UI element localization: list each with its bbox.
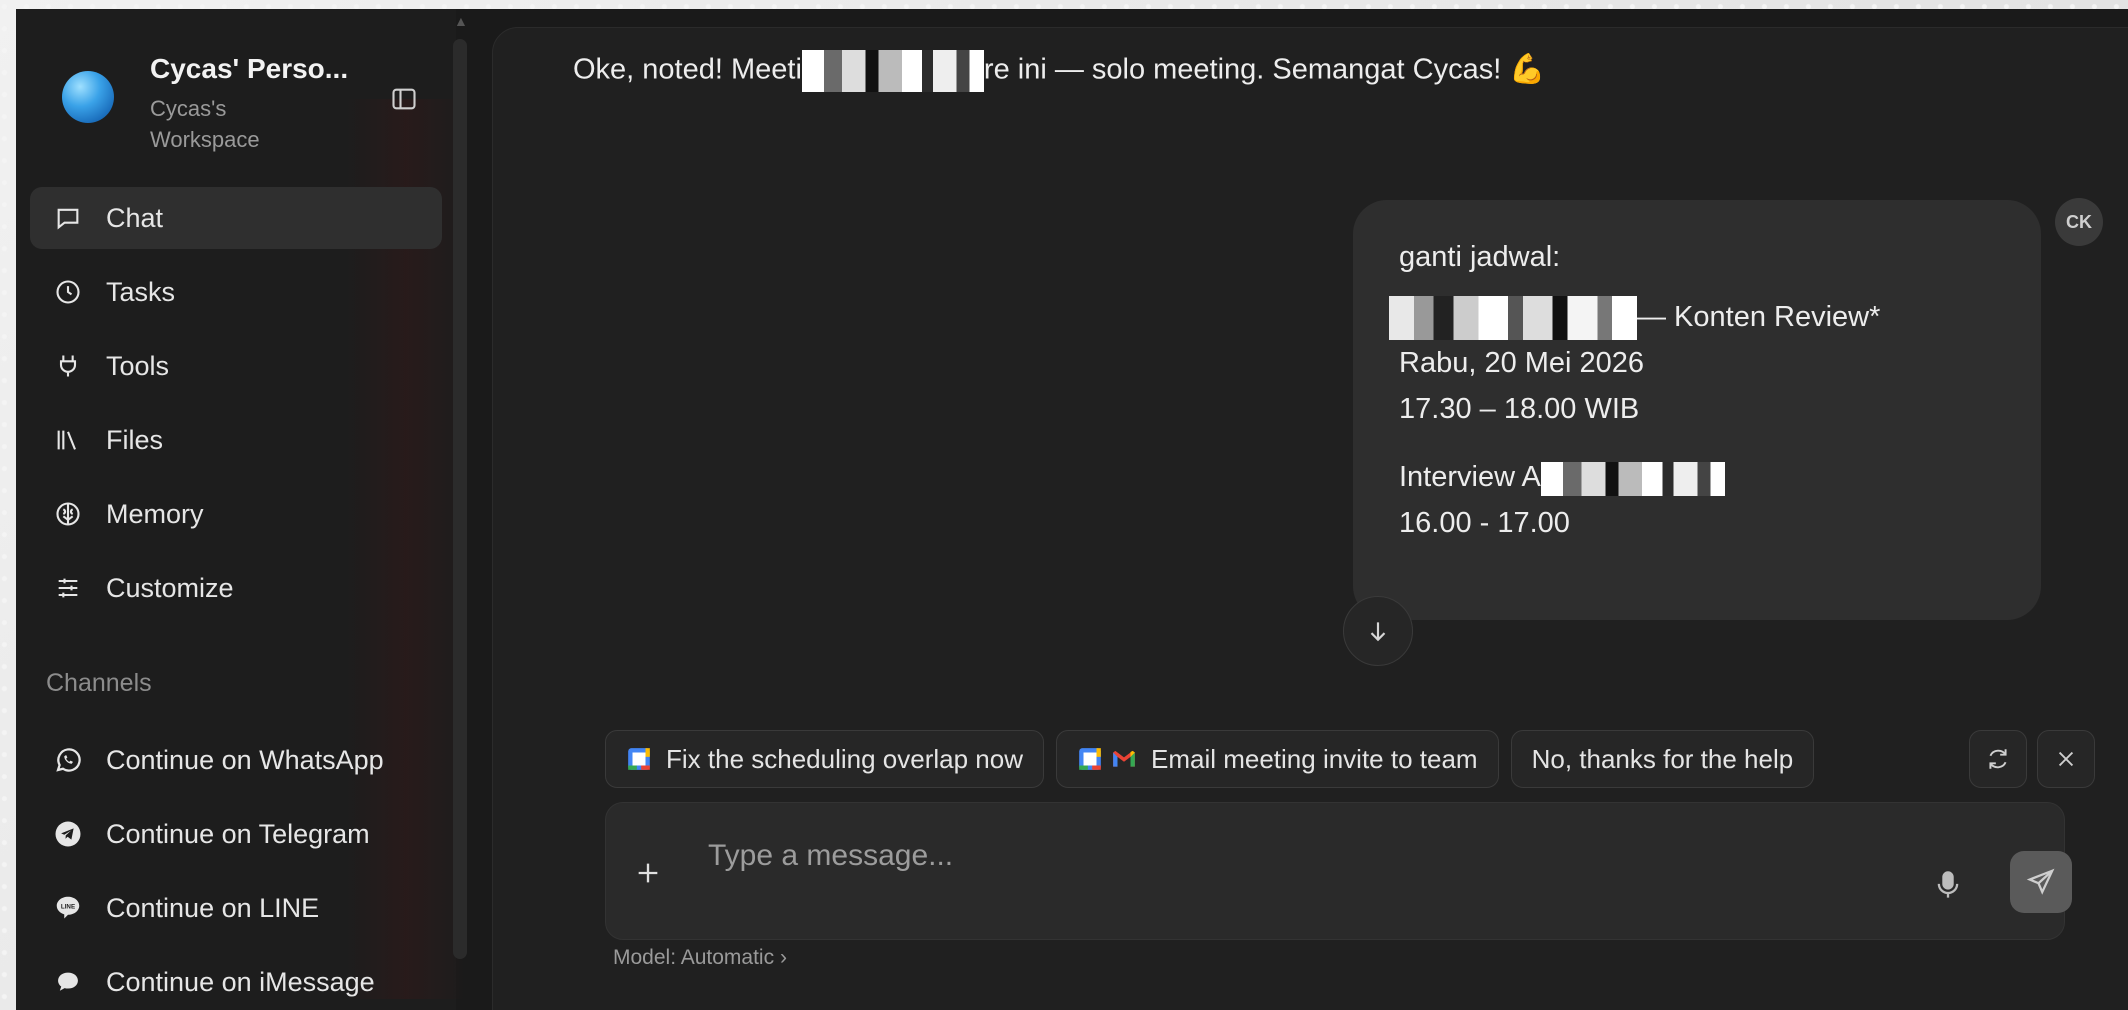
user-message-line: — Konten Review* [1389,294,1995,341]
refresh-suggestions-button[interactable] [1969,730,2027,788]
dismiss-suggestions-button[interactable] [2037,730,2095,788]
user-avatar: CK [2055,198,2103,246]
sidebar-item-label: Files [106,424,164,455]
plus-icon[interactable] [634,859,662,887]
channel-label: Continue on LINE [106,892,320,923]
sidebar-item-files[interactable]: Files [30,409,442,471]
channels-list: Continue on WhatsApp Continue on Telegra… [30,729,442,1010]
chat-icon [52,202,84,234]
sidebar-item-tasks[interactable]: Tasks [30,261,442,323]
sidebar-item-tools[interactable]: Tools [30,335,442,397]
close-icon [2058,751,2074,767]
channel-telegram[interactable]: Continue on Telegram [30,803,442,865]
user-message-line: Interview A [1399,454,1995,500]
whatsapp-icon [52,744,84,776]
channel-line[interactable]: LINE Continue on LINE [30,877,442,939]
user-message-text: — Konten Review* [1637,301,1881,333]
clock-icon [52,276,84,308]
google-calendar-icon [628,748,650,770]
memory-icon [52,498,84,530]
app-window: Cycas' Perso... Cycas's Workspace Chat T… [16,9,2128,1010]
redacted-text [801,50,984,92]
telegram-icon [52,818,84,850]
plug-icon [52,350,84,382]
suggestion-chip-fix-overlap[interactable]: Fix the scheduling overlap now [605,730,1044,788]
refresh-icon [1989,749,2007,769]
send-button[interactable] [2010,851,2072,913]
message-composer [605,802,2072,940]
sidebar-nav: Chat Tasks Tools Files Memory Customize [30,187,442,631]
channel-imessage[interactable]: Continue on iMessage [30,951,442,1010]
model-label: Model: Automatic [613,946,775,969]
user-message-line: ganti jadwal: [1399,241,1561,273]
user-message-line: 16.00 - 17.00 [1399,507,1570,540]
suggestion-chip-decline[interactable]: No, thanks for the help [1510,730,1815,788]
chip-label: Email meeting invite to team [1150,743,1478,774]
scroll-to-bottom-button[interactable] [1343,596,1413,666]
gmail-icon [1113,750,1135,767]
chevron-right-icon: › [779,946,787,969]
channel-label: Continue on Telegram [106,818,370,849]
message-input[interactable] [706,833,1890,879]
sidebar-item-label: Chat [106,202,164,233]
channel-label: Continue on iMessage [106,966,375,997]
workspace-header[interactable]: Cycas' Perso... Cycas's Workspace [46,41,426,152]
microphone-icon[interactable] [1934,869,1962,901]
redacted-text [1540,461,1725,496]
redacted-text [1389,296,1637,341]
channel-label: Continue on WhatsApp [106,744,384,775]
google-calendar-icon [1079,748,1101,770]
sidebar-item-label: Tasks [106,276,176,307]
chip-label: Fix the scheduling overlap now [666,743,1023,774]
sidebar-item-customize[interactable]: Customize [30,557,442,619]
sliders-icon [52,572,84,604]
user-message-bubble: ganti jadwal: — Konten Review* Rabu, 20 … [1353,200,2041,620]
channel-whatsapp[interactable]: Continue on WhatsApp [30,729,442,791]
imessage-icon [52,966,84,998]
assistant-message-text-end: re ini — solo meeting. Semangat Cycas! 💪 [983,53,1546,86]
user-message-line: Rabu, 20 Mei 2026 [1399,347,1645,380]
chip-label: No, thanks for the help [1531,743,1794,774]
arrow-down-icon [1370,622,1386,642]
sidebar-item-label: Memory [106,498,204,529]
chat-panel: Oke, noted! Meeti re ini — solo meeting. … [492,27,2128,1010]
sidebar-item-chat[interactable]: Chat [30,187,442,249]
line-icon: LINE [52,892,84,924]
user-message-text: Interview A [1399,461,1541,494]
sidebar-item-memory[interactable]: Memory [30,483,442,545]
suggestion-chips: Fix the scheduling overlap now Email mee… [605,730,1815,788]
workspace-subtitle: Cycas's Workspace [150,96,260,152]
files-icon [52,424,84,456]
sidebar: Cycas' Perso... Cycas's Workspace Chat T… [16,9,466,1010]
sidebar-scroll-up-arrow[interactable]: ▲ [454,13,468,29]
user-message-line: 17.30 – 18.00 WIB [1399,393,1640,426]
workspace-avatar [62,71,114,123]
sidebar-item-label: Tools [106,350,170,381]
channels-heading: Channels [46,669,152,697]
svg-text:LINE: LINE [61,904,75,911]
suggestion-chip-email-invite[interactable]: Email meeting invite to team [1055,730,1499,788]
assistant-message: Oke, noted! Meeti re ini — solo meeting. … [573,50,1545,92]
assistant-message-text-start: Oke, noted! Meeti [573,53,802,86]
sidebar-scrollbar[interactable] [453,39,467,959]
workspace-name: Cycas' Perso... [150,53,349,84]
send-icon [2026,868,2055,895]
sidebar-item-label: Customize [106,572,234,603]
model-selector[interactable]: Model: Automatic › [613,946,787,970]
sidebar-toggle-icon[interactable] [390,85,418,113]
